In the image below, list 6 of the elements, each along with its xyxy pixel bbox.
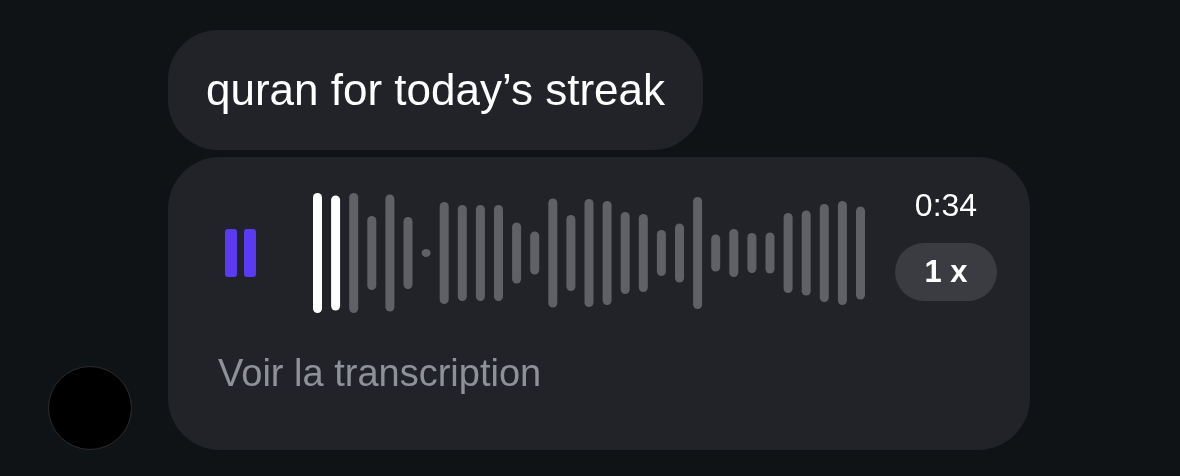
duration-label: 0:34 bbox=[914, 187, 978, 223]
message-bubble: quran for today’s streak bbox=[168, 30, 703, 150]
transcription-link[interactable]: Voir la transcription bbox=[218, 352, 542, 395]
speed-button[interactable]: 1 x bbox=[895, 243, 997, 301]
waveform[interactable] bbox=[313, 192, 866, 314]
pause-icon[interactable] bbox=[225, 229, 257, 277]
